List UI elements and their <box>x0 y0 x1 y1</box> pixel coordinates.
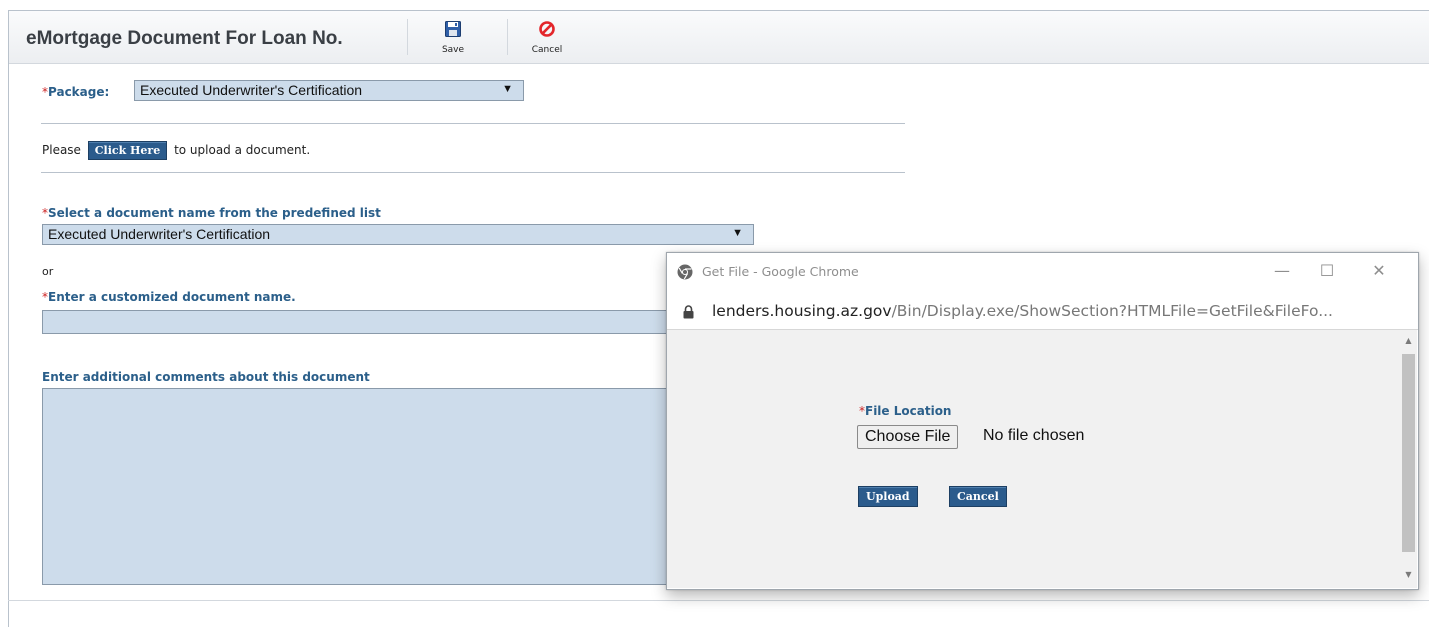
popup-title-bar[interactable]: Get File - Google Chrome — ☐ ✕ <box>667 253 1418 295</box>
file-location-label: *File Location <box>859 404 952 418</box>
popup-cancel-button[interactable]: Cancel <box>949 486 1007 507</box>
package-label: *Package: <box>42 85 110 99</box>
popup-content: *File Location Choose File No file chose… <box>667 330 1400 588</box>
page-title: eMortgage Document For Loan No. <box>26 28 343 49</box>
url-text: lenders.housing.az.gov/Bin/Display.exe/S… <box>712 302 1333 320</box>
package-select[interactable]: Executed Underwriter's Certification ▼ <box>134 80 524 101</box>
save-button[interactable]: Save <box>427 19 479 57</box>
cancel-toolbar-button[interactable]: Cancel <box>521 19 573 57</box>
save-label: Save <box>441 45 465 55</box>
cancel-label: Cancel <box>531 45 563 55</box>
package-selected-value: Executed Underwriter's Certification <box>140 82 363 98</box>
popup-window-title: Get File - Google Chrome <box>702 264 859 279</box>
upload-prompt: Please Click Here to upload a document. <box>42 141 310 160</box>
custom-name-input[interactable] <box>42 310 682 334</box>
scroll-up-arrow-icon[interactable]: ▲ <box>1400 336 1417 345</box>
document-name-label: *Select a document name from the predefi… <box>42 206 381 220</box>
comments-label: Enter additional comments about this doc… <box>42 370 370 384</box>
close-button[interactable]: ✕ <box>1364 261 1394 283</box>
no-file-chosen-text: No file chosen <box>983 427 1085 444</box>
toolbar-divider <box>507 19 508 55</box>
maximize-button[interactable]: ☐ <box>1312 261 1342 283</box>
chrome-icon <box>677 264 693 283</box>
comments-textarea[interactable] <box>42 388 682 585</box>
custom-name-label: *Enter a customized document name. <box>42 290 296 304</box>
divider <box>41 123 905 124</box>
dropdown-arrow-icon: ▼ <box>502 83 513 95</box>
get-file-popup-window: Get File - Google Chrome — ☐ ✕ lenders.h… <box>666 252 1419 590</box>
document-name-selected-value: Executed Underwriter's Certification <box>48 226 271 242</box>
floppy-disk-icon <box>445 21 461 40</box>
cancel-circle-icon <box>539 21 555 40</box>
address-bar[interactable]: lenders.housing.az.gov/Bin/Display.exe/S… <box>667 295 1418 330</box>
toolbar-divider <box>407 19 408 55</box>
minimize-button[interactable]: — <box>1267 261 1297 283</box>
divider <box>41 172 905 173</box>
upload-button[interactable]: Upload <box>858 486 918 507</box>
lock-icon <box>683 305 694 322</box>
popup-scrollbar[interactable]: ▲ ▼ <box>1400 330 1417 588</box>
dropdown-arrow-icon: ▼ <box>732 227 743 239</box>
divider <box>8 600 1429 601</box>
click-here-button[interactable]: Click Here <box>87 141 168 160</box>
choose-file-button[interactable]: Choose File <box>857 425 959 449</box>
or-text: or <box>42 265 54 278</box>
header-toolbar: eMortgage Document For Loan No. Save Can… <box>9 11 1429 64</box>
scroll-down-arrow-icon[interactable]: ▼ <box>1400 570 1417 579</box>
scrollbar-thumb[interactable] <box>1402 354 1415 552</box>
document-name-select[interactable]: Executed Underwriter's Certification ▼ <box>42 224 754 245</box>
